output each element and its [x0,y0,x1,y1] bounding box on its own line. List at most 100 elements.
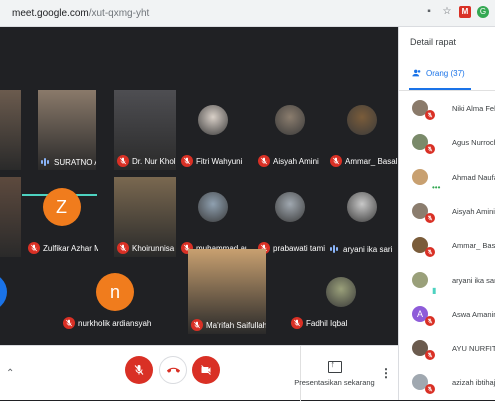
url-host: meet.google.com [12,7,89,19]
participant-name: Fitri Wahyuni [196,156,243,166]
participant-name: Fadhil Iqbal [306,318,348,328]
mic-off-icon [181,155,193,167]
people-list-item[interactable]: ••• Ahmad Naufal [399,163,495,197]
mic-off-icon [425,110,435,120]
people-list-item[interactable]: ▮ aryani ika sari [399,266,495,300]
camera-icon[interactable]: ▪ [423,6,435,18]
participant-name: Ma'rifah Saifullah [206,320,266,330]
participant-name: Zulfikar Azhar M... [43,243,98,253]
mic-off-icon [28,242,40,254]
person-name: azizah ibtihaj [452,378,495,388]
participant-avatar [275,105,305,136]
browser-url-bar[interactable]: meet.google.com/xut-qxmg-yht ▪ ☆ M G [0,0,495,27]
person-name: Agus Nurrochim [452,138,495,148]
participant-name: aryani ika sari [343,244,393,254]
participant-tile[interactable]: prabawati tami [255,177,325,257]
participant-tile[interactable]: SURATNO AYAT [38,90,96,170]
address-text[interactable]: meet.google.com/xut-qxmg-yht [12,8,149,19]
camera-off-icon [201,365,211,375]
participant-tile[interactable]: muhammad auli... [178,177,248,257]
mic-off-button[interactable] [125,356,153,384]
participant-tile[interactable]: MD ASSIDIQI [0,267,30,332]
participant-tile[interactable]: Fadhil Iqbal [288,267,393,332]
person-avatar [412,271,428,288]
participant-tile[interactable]: Khoirunnisa M [114,177,176,257]
participant-avatar: Z [42,188,81,227]
participant-avatar: n [96,272,134,311]
participant-avatar [275,192,305,223]
participant-avatar [325,276,356,307]
people-list-item[interactable]: AAswa Amanina [399,300,495,334]
participant-label: Fadhil Iqbal [291,317,347,329]
participant-tile[interactable]: Aisyah Amini [255,90,325,170]
camera-off-button[interactable] [192,356,220,384]
participant-tile[interactable]: Ma'rifah Saifullah [188,249,266,334]
present-now-button[interactable]: Presentasikan sekarang [294,346,375,401]
url-path: /xut-qxmg-yht [88,7,150,19]
mic-off-icon [425,384,435,395]
panel-title: Detail rapat [410,37,457,47]
mic-off-icon [425,247,435,258]
participant-name: prabawati tami [273,243,325,253]
participant-tile[interactable]: s fat... [0,177,21,257]
participant-name: Khoirunnisa M [132,243,176,253]
mic-off-icon [425,212,435,223]
people-list-item[interactable]: azizah ibtihaj [399,368,495,400]
star-icon[interactable]: ☆ [441,6,453,18]
present-label: Presentasikan sekarang [294,377,375,387]
participant-tile[interactable]: Z Zulfikar Azhar M... [25,177,98,257]
participant-tile[interactable]: n nurkholik ardiansyah [60,267,170,332]
video-grid: fal SURATNO AYAT Dr. Nur Kholis, M... Fitri… [0,27,398,345]
participant-avatar: M [0,272,7,311]
person-name: Niki Alma Febria [452,104,495,113]
speaking-icon: ▮ [432,285,437,295]
people-list-item[interactable]: Aisyah Amini [399,197,495,231]
tab-people[interactable]: Orang (37) [412,68,465,78]
participant-name: nurkholik ardiansyah [78,318,152,328]
participant-tile[interactable]: Dr. Nur Kholis, M... [114,90,176,170]
participant-label: prabawati tami [258,242,325,254]
participant-label: Aisyah Amini [258,155,319,167]
participant-avatar [198,192,228,223]
mic-off-icon [63,317,75,329]
participant-tile[interactable]: aryani ika sari [327,177,397,257]
participant-avatar [347,105,377,136]
participant-name: Dr. Nur Kholis, M... [132,156,176,166]
participant-name: Ammar_ Basala... [345,156,397,166]
people-list-item[interactable]: Agus Nurrochim [399,128,495,162]
person-name: Aswa Amanina [452,309,495,319]
extension-g-icon[interactable]: G [477,6,489,18]
tab-divider [399,90,495,91]
participant-label: Zulfikar Azhar M... [28,242,98,254]
mic-off-icon [425,144,435,155]
leave-call-button[interactable] [159,356,187,384]
participant-avatar [347,192,377,223]
participant-label: Fitri Wahyuni [181,155,242,167]
meeting-details-panel: Detail rapat Orang (37) Niki Alma Febria… [398,27,495,400]
participant-avatar [198,105,228,136]
participant-tile[interactable]: Ammar_ Basala... [327,90,397,170]
mic-off-icon [191,319,203,331]
participant-name: SURATNO AYAT [54,157,96,167]
extension-m-icon[interactable]: M [459,6,471,18]
present-icon [327,359,342,373]
people-list-item[interactable]: Niki Alma Febria [399,94,495,128]
participant-label: Dr. Nur Kholis, M... [117,155,176,167]
hang-up-icon [166,367,180,373]
chevron-up-icon[interactable]: ⌃ [6,368,14,379]
participant-tile[interactable]: Fitri Wahyuni [178,90,248,170]
person-name: AYU NURFITRIA [452,344,495,354]
more-options-icon[interactable]: ⋮ [380,366,392,380]
mic-off-icon [117,242,129,254]
participant-label: SURATNO AYAT [41,157,96,167]
people-list-item[interactable]: Ammar_ Basala [399,231,495,265]
person-name: aryani ika sari [452,275,495,285]
participant-label: Ma'rifah Saifullah [191,319,266,331]
person-avatar [412,168,428,185]
person-name: Ahmad Naufal [452,172,495,182]
people-list-item[interactable]: AYU NURFITRIA [399,334,495,368]
speaking-icon [330,244,340,254]
participant-tile[interactable]: fal [0,90,21,170]
mic-off-icon [425,350,435,361]
mic-off-icon [134,365,144,375]
